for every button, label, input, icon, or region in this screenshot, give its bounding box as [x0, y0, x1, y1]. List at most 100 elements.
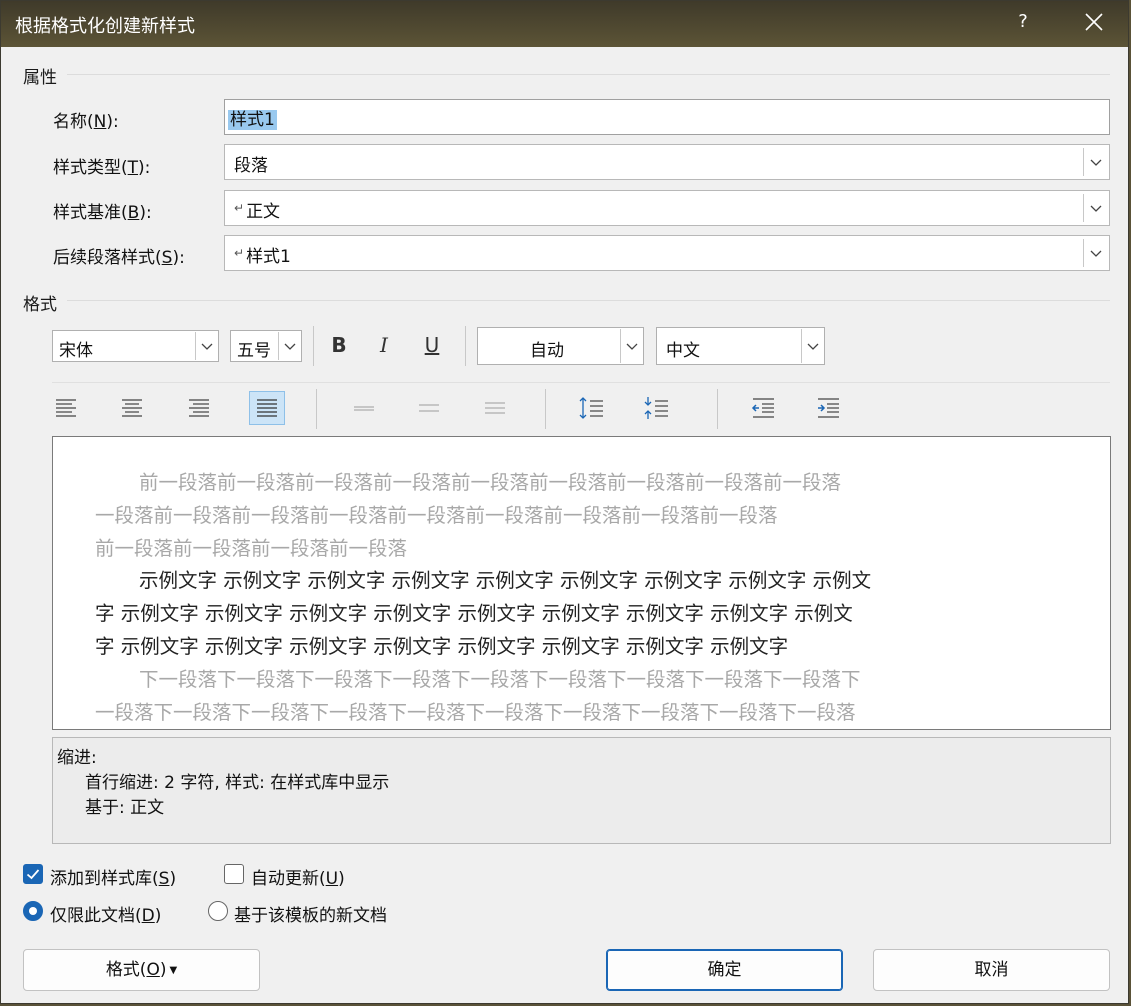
font-color-dropdown-button[interactable]	[620, 329, 642, 363]
font-select[interactable]: 宋体	[52, 330, 219, 362]
next-style-dropdown-button[interactable]	[1083, 239, 1107, 267]
description-based-on: 基于: 正文	[85, 798, 165, 818]
font-size-dropdown-button[interactable]	[278, 332, 300, 360]
toolbar-separator	[465, 326, 466, 366]
chevron-down-icon	[1090, 159, 1102, 166]
increase-indent-icon	[818, 398, 839, 418]
script-dropdown-button[interactable]	[801, 329, 823, 363]
one-half-spacing-icon	[419, 404, 439, 412]
new-documents-template-label[interactable]: 基于该模板的新文档	[234, 901, 387, 926]
description-indent-detail: 首行缩进: 2 字符, 样式: 在样式库中显示	[85, 773, 390, 793]
justify-button[interactable]	[249, 391, 285, 425]
one-half-spacing-button[interactable]	[411, 391, 447, 425]
font-size-value: 五号	[237, 341, 271, 361]
style-name-value: 样式1	[228, 110, 277, 130]
bold-button[interactable]: B	[324, 330, 354, 360]
only-this-document-radio[interactable]	[23, 901, 43, 921]
preview-next-paragraph-line: 下一段落下一段落下一段落下一段落下一段落下一段落下一段落下一段落下一段落下	[139, 668, 861, 691]
style-type-select[interactable]: 段落	[224, 144, 1110, 180]
style-base-dropdown-button[interactable]	[1083, 194, 1107, 222]
title-bar: 根据格式化创建新样式 ?	[1, 1, 1128, 47]
underline-button[interactable]: U	[417, 330, 447, 360]
chevron-down-icon	[1090, 250, 1102, 257]
properties-divider	[67, 74, 1110, 75]
properties-section-title: 属性	[23, 68, 57, 88]
script-value: 中文	[666, 341, 700, 361]
preview-previous-paragraph-line: 一段落前一段落前一段落前一段落前一段落前一段落前一段落前一段落前一段落	[95, 504, 778, 527]
chevron-down-icon	[201, 343, 213, 350]
increase-paragraph-spacing-button[interactable]	[573, 391, 609, 425]
close-icon	[1085, 13, 1103, 31]
next-style-value: 样式1	[246, 247, 291, 267]
style-type-value: 段落	[234, 156, 268, 176]
double-spacing-button[interactable]	[477, 391, 513, 425]
toolbar-separator	[316, 389, 317, 429]
font-dropdown-button[interactable]	[195, 332, 217, 360]
dialog-title: 根据格式化创建新样式	[15, 16, 195, 37]
font-value: 宋体	[59, 341, 93, 361]
style-name-label: 名称(N):	[53, 112, 119, 132]
justify-icon	[257, 399, 277, 417]
single-spacing-icon	[354, 406, 374, 411]
style-name-input[interactable]: 样式1	[224, 99, 1110, 135]
preview-previous-paragraph-line: 前一段落前一段落前一段落前一段落	[95, 537, 408, 560]
close-button[interactable]	[1079, 7, 1109, 37]
align-center-icon	[122, 399, 142, 417]
next-style-select[interactable]: ↵ 样式1	[224, 235, 1110, 271]
font-color-select[interactable]: 自动	[477, 327, 644, 365]
create-style-dialog: 根据格式化创建新样式 ? 属性 名称(N): 样式1 样式类型(T): 段落 样…	[0, 0, 1129, 1004]
toolbar-separator	[717, 389, 718, 429]
font-color-value: 自动	[530, 341, 564, 361]
script-select[interactable]: 中文	[656, 327, 825, 365]
increase-spacing-icon	[579, 397, 603, 419]
double-spacing-icon	[485, 402, 505, 414]
style-type-dropdown-button[interactable]	[1083, 148, 1107, 176]
single-spacing-button[interactable]	[346, 391, 382, 425]
caret-down-icon: ▼	[169, 965, 178, 976]
only-this-document-label[interactable]: 仅限此文档(D)	[50, 901, 161, 926]
style-description: 缩进: 首行缩进: 2 字符, 样式: 在样式库中显示 基于: 正文	[52, 737, 1111, 844]
format-menu-button[interactable]: 格式(O) ▼	[23, 949, 260, 991]
paragraph-mark-icon: ↵	[234, 201, 245, 215]
increase-indent-button[interactable]	[810, 391, 846, 425]
style-type-label: 样式类型(T):	[53, 158, 151, 178]
description-indent-heading: 缩进:	[57, 748, 97, 768]
italic-button[interactable]: I	[369, 330, 399, 360]
align-right-icon	[189, 399, 209, 417]
align-right-button[interactable]	[181, 391, 217, 425]
add-to-gallery-label[interactable]: 添加到样式库(S)	[50, 864, 176, 889]
add-to-gallery-checkbox[interactable]	[23, 864, 43, 884]
checkmark-icon	[26, 869, 40, 880]
chevron-down-icon	[284, 343, 296, 350]
style-preview-pane: 前一段落前一段落前一段落前一段落前一段落前一段落前一段落前一段落前一段落 一段落…	[52, 436, 1111, 730]
style-base-select[interactable]: ↵ 正文	[224, 190, 1110, 226]
chevron-down-icon	[807, 343, 819, 350]
decrease-indent-button[interactable]	[745, 391, 781, 425]
toolbar-divider	[52, 382, 1110, 383]
chevron-down-icon	[626, 343, 638, 350]
decrease-paragraph-spacing-button[interactable]	[638, 391, 674, 425]
next-style-label: 后续段落样式(S):	[53, 248, 185, 268]
preview-sample-text-line: 字 示例文字 示例文字 示例文字 示例文字 示例文字 示例文字 示例文字 示例文…	[95, 602, 853, 625]
chevron-down-icon	[1090, 205, 1102, 212]
auto-update-checkbox[interactable]	[224, 864, 244, 884]
format-section-title: 格式	[23, 295, 57, 315]
paragraph-mark-icon: ↵	[234, 246, 245, 260]
new-documents-template-radio[interactable]	[208, 901, 228, 921]
toolbar-separator	[313, 326, 314, 366]
preview-sample-text-line: 示例文字 示例文字 示例文字 示例文字 示例文字 示例文字 示例文字 示例文字 …	[139, 569, 872, 592]
align-center-button[interactable]	[114, 391, 150, 425]
align-left-icon	[56, 399, 76, 417]
auto-update-label[interactable]: 自动更新(U)	[251, 864, 345, 889]
cancel-button[interactable]: 取消	[873, 949, 1110, 991]
decrease-indent-icon	[751, 398, 774, 418]
format-divider	[67, 300, 1110, 301]
help-button[interactable]: ?	[1013, 11, 1033, 32]
preview-next-paragraph-line: 一段落下一段落下一段落下一段落下一段落下一段落下一段落下一段落下一段落下一段落	[95, 701, 856, 724]
ok-button[interactable]: 确定	[606, 949, 843, 991]
font-size-select[interactable]: 五号	[230, 330, 302, 362]
toolbar-separator	[545, 389, 546, 429]
preview-previous-paragraph-line: 前一段落前一段落前一段落前一段落前一段落前一段落前一段落前一段落前一段落	[139, 471, 842, 494]
align-left-button[interactable]	[48, 391, 84, 425]
style-base-label: 样式基准(B):	[53, 203, 152, 223]
